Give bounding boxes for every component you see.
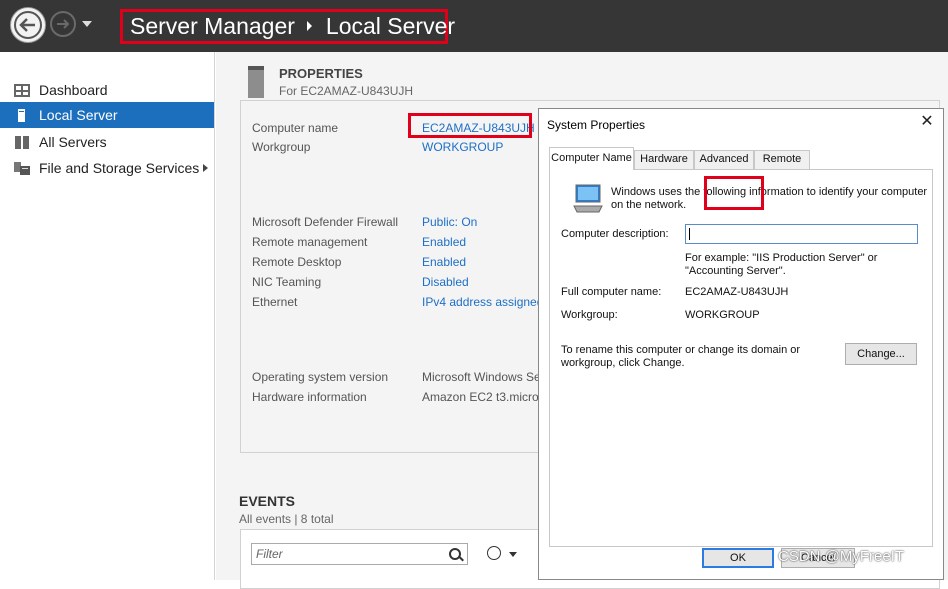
os-version-value: Microsoft Windows Se bbox=[422, 370, 541, 384]
property-label: Computer name bbox=[252, 121, 339, 135]
intro-text-line1: Windows uses the following information t… bbox=[611, 186, 928, 198]
close-icon[interactable]: ✕ bbox=[919, 114, 935, 130]
system-properties-dialog: System Properties ✕ Computer Name Hardwa… bbox=[538, 108, 944, 580]
sidebar-item-local-server[interactable]: Local Server bbox=[0, 102, 214, 128]
properties-title: PROPERTIES bbox=[279, 66, 363, 81]
storage-icon bbox=[14, 162, 30, 175]
filter-placeholder: Filter bbox=[256, 547, 283, 561]
breadcrumb-separator-icon bbox=[306, 21, 312, 32]
ok-button[interactable]: OK bbox=[702, 548, 774, 568]
breadcrumb-app[interactable]: Server Manager bbox=[130, 13, 295, 39]
sidebar-item-label: Dashboard bbox=[39, 82, 108, 98]
sidebar: Dashboard Local Server All Servers File … bbox=[0, 52, 215, 580]
server-icon bbox=[18, 109, 25, 122]
filter-input[interactable]: Filter bbox=[251, 543, 468, 565]
events-title: EVENTS bbox=[239, 493, 296, 509]
property-label: Hardware information bbox=[252, 390, 367, 404]
properties-icon bbox=[248, 66, 264, 98]
tab-hardware[interactable]: Hardware bbox=[634, 150, 694, 169]
chevron-right-icon[interactable] bbox=[203, 164, 208, 172]
sidebar-item-label: Local Server bbox=[39, 107, 118, 123]
dialog-title: System Properties bbox=[547, 118, 646, 132]
property-label: Microsoft Defender Firewall bbox=[252, 215, 399, 229]
firewall-link[interactable]: Public: On bbox=[422, 215, 477, 229]
tab-remote[interactable]: Remote bbox=[754, 150, 810, 169]
nic-teaming-link[interactable]: Disabled bbox=[422, 275, 469, 289]
workgroup-link[interactable]: WORKGROUP bbox=[422, 140, 503, 154]
hardware-info-value: Amazon EC2 t3.micro bbox=[422, 390, 539, 404]
servers-icon bbox=[15, 136, 29, 149]
change-button[interactable]: Change... bbox=[845, 343, 917, 365]
rename-text-line1: To rename this computer or change its do… bbox=[561, 344, 801, 356]
sidebar-item-all-servers[interactable]: All Servers bbox=[0, 129, 214, 155]
computer-description-input[interactable] bbox=[685, 224, 918, 244]
tab-computer-name[interactable]: Computer Name bbox=[549, 147, 634, 170]
events-subtitle: All events | 8 total bbox=[239, 512, 334, 526]
property-label: Workgroup bbox=[252, 140, 311, 154]
sidebar-item-label: All Servers bbox=[39, 134, 107, 150]
properties-subtitle: For EC2AMAZ-U843UJH bbox=[279, 84, 414, 98]
sidebar-item-file-storage[interactable]: File and Storage Services bbox=[0, 155, 214, 181]
chevron-down-icon[interactable] bbox=[509, 552, 517, 557]
watermark: CSDN @MyFreeIT bbox=[778, 548, 905, 565]
property-label: Operating system version bbox=[252, 370, 389, 384]
title-bar: Server Manager Local Server bbox=[0, 0, 948, 52]
forward-arrow-icon bbox=[57, 19, 70, 29]
dashboard-icon bbox=[14, 84, 30, 97]
property-label: Remote management bbox=[252, 235, 368, 249]
computer-name-panel: Windows uses the following information t… bbox=[549, 169, 933, 547]
highlight-computer-name bbox=[408, 113, 532, 138]
list-options-icon[interactable] bbox=[487, 546, 501, 560]
rename-text-line2: workgroup, click Change. bbox=[561, 357, 685, 369]
example-text-line1: For example: "IIS Production Server" or bbox=[685, 252, 878, 264]
example-text-line2: "Accounting Server". bbox=[685, 265, 786, 277]
property-label: NIC Teaming bbox=[252, 275, 322, 289]
workgroup-value: WORKGROUP bbox=[685, 309, 760, 321]
desc-label: Computer description: bbox=[561, 228, 669, 240]
property-label: Ethernet bbox=[252, 295, 298, 309]
ethernet-link[interactable]: IPv4 address assigned bbox=[422, 295, 543, 309]
computer-icon bbox=[573, 184, 603, 213]
forward-button[interactable] bbox=[50, 11, 76, 37]
property-label: Remote Desktop bbox=[252, 255, 342, 269]
breadcrumb-page[interactable]: Local Server bbox=[326, 13, 455, 39]
remote-management-link[interactable]: Enabled bbox=[422, 235, 466, 249]
sidebar-item-label: File and Storage Services bbox=[39, 160, 200, 176]
tab-advanced[interactable]: Advanced bbox=[694, 150, 754, 169]
back-button[interactable] bbox=[10, 7, 46, 43]
breadcrumb: Server Manager Local Server bbox=[120, 9, 455, 44]
text-caret bbox=[689, 228, 690, 240]
full-name-label: Full computer name: bbox=[561, 286, 662, 298]
sidebar-item-dashboard[interactable]: Dashboard bbox=[0, 77, 214, 103]
back-arrow-icon bbox=[14, 11, 42, 39]
dialog-tabs: Computer Name Hardware Advanced Remote bbox=[549, 147, 933, 210]
highlight-advanced-tab bbox=[704, 176, 764, 210]
search-icon[interactable] bbox=[449, 548, 461, 560]
remote-desktop-link[interactable]: Enabled bbox=[422, 255, 466, 269]
workgroup-label: Workgroup: bbox=[561, 309, 618, 321]
intro-text-line2: on the network. bbox=[611, 199, 687, 211]
history-dropdown-icon[interactable] bbox=[82, 21, 92, 27]
full-name-value: EC2AMAZ-U843UJH bbox=[685, 286, 789, 298]
